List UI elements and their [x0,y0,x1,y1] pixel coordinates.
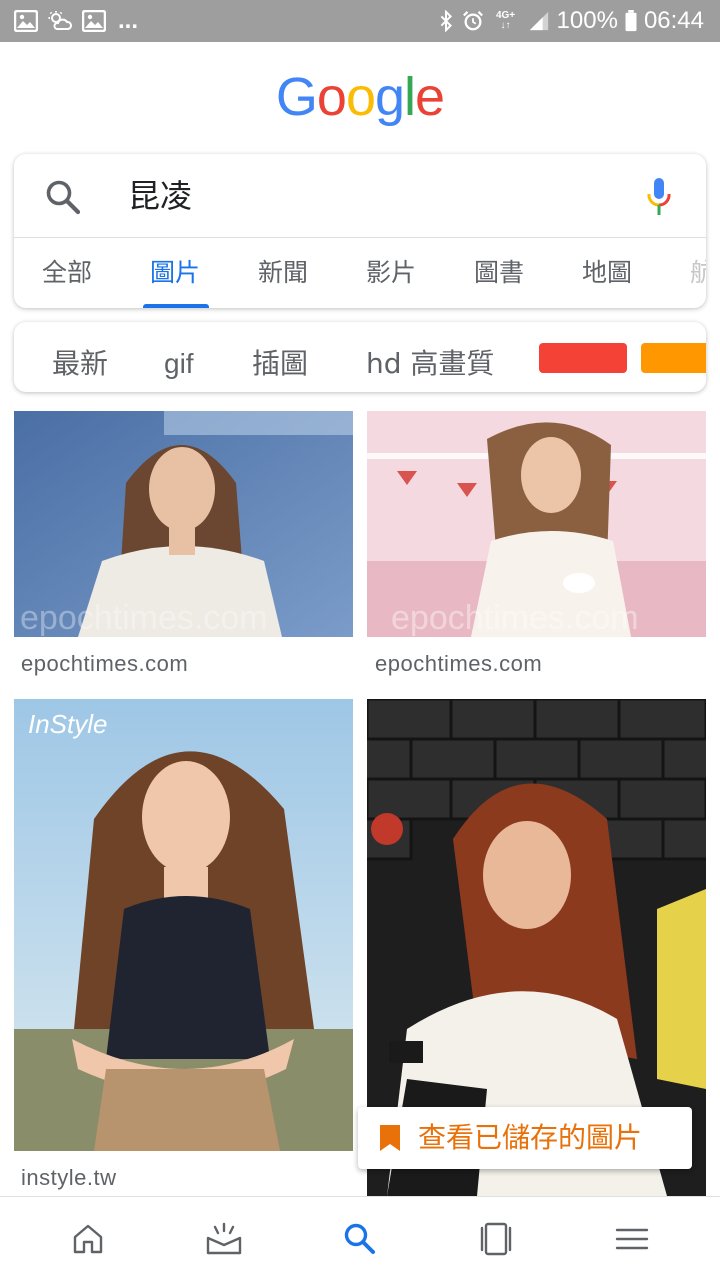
tab-flights[interactable]: 航 [690,238,706,308]
data-arrows-icon: ↓↑ [500,20,511,31]
battery-icon [625,10,637,32]
search-tabs: 全部 圖片 新聞 影片 圖書 地圖 航 [14,238,706,308]
microphone-icon[interactable] [646,177,672,217]
result-source[interactable]: instyle.tw [21,1165,116,1191]
result-photo: epochtimes.com [14,411,353,637]
view-saved-images-button[interactable]: 查看已儲存的圖片 [358,1107,692,1169]
svg-text:InStyle: InStyle [28,709,108,739]
tab-news[interactable]: 新聞 [258,238,308,308]
search-icon [344,1223,375,1254]
updates-icon [206,1222,242,1255]
nav-menu[interactable] [582,1197,682,1280]
chip-color-red[interactable] [539,343,627,373]
battery-percent: 100% [556,7,618,34]
signal-icon [529,11,548,31]
weather-icon [48,11,72,30]
image-result[interactable]: InStyle [14,699,353,1151]
menu-icon [615,1228,649,1250]
alarm-icon [462,11,483,31]
network-indicator: 4G+ ↓↑ [491,11,521,31]
saved-images-label: 查看已儲存的圖片 [418,1121,643,1154]
chip-hd[interactable]: hd 高畫質 [366,322,494,392]
chip-gif[interactable]: gif [164,322,194,392]
image-result[interactable]: epochtimes.com [14,411,353,637]
tab-books[interactable]: 圖書 [474,238,524,308]
result-photo: InStyle [14,699,353,1151]
search-box: 昆凌 全部 圖片 新聞 影片 圖書 地圖 航 [14,154,706,308]
result-photo: epochtimes.com [367,411,706,637]
more-notifications: ... [118,7,139,34]
nav-search[interactable] [310,1197,410,1280]
search-icon[interactable] [44,178,82,216]
google-logo[interactable]: Google [0,62,720,132]
filter-chips: 最新 gif 插圖 hd 高畫質 [14,322,706,392]
nav-home[interactable] [38,1197,138,1280]
image-icon [82,10,106,32]
bluetooth-icon [440,10,452,32]
svg-text:epochtimes.com: epochtimes.com [391,599,639,637]
tab-videos[interactable]: 影片 [366,238,416,308]
tab-maps[interactable]: 地圖 [582,238,632,308]
nav-updates[interactable] [174,1197,274,1280]
search-input[interactable]: 昆凌 [128,174,192,218]
bottom-navigation [0,1196,720,1280]
notification-icons: ... [14,0,138,42]
chip-color-orange[interactable] [641,343,706,373]
bookmark-icon [380,1125,400,1151]
search-bar[interactable]: 昆凌 [14,154,706,238]
chip-illustration[interactable]: 插圖 [252,322,308,392]
status-bar: ... 4G+ ↓↑ 100% 06:44 [0,0,720,42]
tab-images[interactable]: 圖片 [150,238,200,308]
clock: 06:44 [643,7,704,34]
result-source[interactable]: epochtimes.com [375,651,542,677]
image-icon [14,10,38,32]
tab-all[interactable]: 全部 [42,238,92,308]
active-tab-indicator [143,304,209,308]
chip-latest[interactable]: 最新 [52,322,108,392]
image-result[interactable]: epochtimes.com [367,411,706,637]
system-icons: 4G+ ↓↑ 100% 06:44 [437,0,704,42]
svg-text:epochtimes.com: epochtimes.com [20,599,268,637]
nav-tabs[interactable] [446,1197,546,1280]
tabs-icon [480,1222,512,1256]
home-icon [73,1224,103,1254]
result-source[interactable]: epochtimes.com [21,651,188,677]
